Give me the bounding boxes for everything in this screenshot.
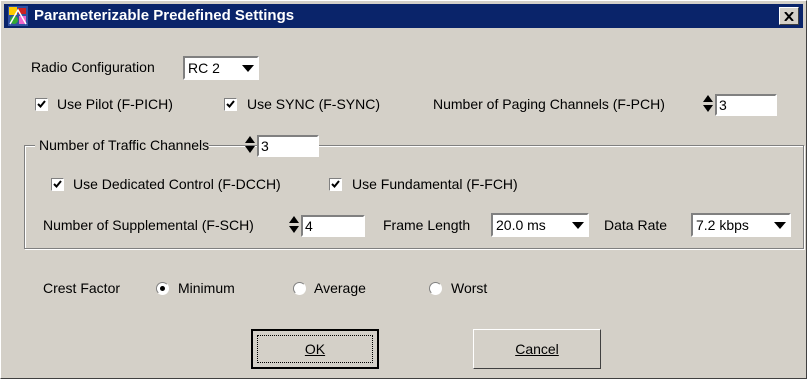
crest-average-radio[interactable] bbox=[293, 282, 306, 295]
crest-factor-label: Crest Factor bbox=[43, 280, 121, 296]
paging-input[interactable]: 3 bbox=[715, 94, 777, 116]
traffic-group bbox=[24, 145, 804, 249]
app-icon bbox=[8, 6, 28, 26]
radio-config-value: RC 2 bbox=[188, 60, 220, 76]
frame-length-dropdown[interactable]: 20.0 ms bbox=[491, 213, 589, 237]
crest-minimum-radio[interactable] bbox=[156, 282, 169, 295]
fch-label[interactable]: Use Fundamental (F-FCH) bbox=[352, 176, 518, 192]
close-icon bbox=[784, 11, 794, 21]
pilot-label[interactable]: Use Pilot (F-PICH) bbox=[57, 96, 173, 112]
data-rate-value: 7.2 kbps bbox=[696, 217, 749, 233]
data-rate-dropdown[interactable]: 7.2 kbps bbox=[691, 213, 791, 237]
spin-down-icon[interactable] bbox=[703, 105, 713, 112]
crest-minimum-label[interactable]: Minimum bbox=[178, 280, 235, 296]
pilot-checkbox[interactable] bbox=[35, 98, 48, 111]
checkmark-icon bbox=[226, 100, 235, 108]
supplemental-input[interactable]: 4 bbox=[301, 215, 365, 237]
fch-checkbox[interactable] bbox=[329, 178, 342, 191]
crest-worst-label[interactable]: Worst bbox=[451, 280, 487, 296]
cancel-button[interactable]: Cancel bbox=[473, 329, 601, 369]
dcch-checkbox[interactable] bbox=[51, 178, 64, 191]
frame-length-value: 20.0 ms bbox=[496, 217, 546, 233]
cancel-label: Cancel bbox=[515, 341, 559, 357]
checkmark-icon bbox=[37, 100, 46, 108]
chevron-down-icon[interactable] bbox=[569, 215, 587, 235]
spin-down-icon[interactable] bbox=[245, 146, 255, 153]
paging-spinner[interactable] bbox=[701, 94, 715, 114]
chevron-down-icon[interactable] bbox=[239, 58, 257, 78]
close-button[interactable] bbox=[779, 7, 799, 25]
traffic-group-header: Number of Traffic Channels bbox=[35, 133, 210, 157]
supplemental-label: Number of Supplemental (F-SCH) bbox=[43, 217, 254, 233]
focus-rect bbox=[257, 335, 373, 363]
crest-worst-radio[interactable] bbox=[429, 282, 442, 295]
radio-config-label: Radio Configuration bbox=[31, 59, 155, 75]
frame-length-label: Frame Length bbox=[383, 217, 471, 233]
chevron-down-icon[interactable] bbox=[771, 215, 789, 235]
dcch-label[interactable]: Use Dedicated Control (F-DCCH) bbox=[73, 176, 281, 192]
spin-down-icon[interactable] bbox=[289, 226, 299, 233]
crest-average-label[interactable]: Average bbox=[314, 280, 366, 296]
paging-label: Number of Paging Channels (F-PCH) bbox=[433, 96, 665, 112]
spin-up-icon[interactable] bbox=[245, 136, 255, 143]
traffic-label: Number of Traffic Channels bbox=[39, 137, 210, 153]
window-title: Parameterizable Predefined Settings bbox=[34, 7, 295, 24]
sync-checkbox[interactable] bbox=[224, 98, 237, 111]
radio-config-dropdown[interactable]: RC 2 bbox=[183, 56, 259, 80]
sync-label[interactable]: Use SYNC (F-SYNC) bbox=[247, 96, 380, 112]
checkmark-icon bbox=[331, 180, 340, 188]
dialog-window: Parameterizable Predefined Settings Radi… bbox=[0, 0, 807, 379]
data-rate-label: Data Rate bbox=[604, 217, 668, 233]
checkmark-icon bbox=[53, 180, 62, 188]
traffic-input[interactable]: 3 bbox=[257, 135, 319, 157]
title-bar[interactable]: Parameterizable Predefined Settings bbox=[4, 4, 803, 28]
spin-up-icon[interactable] bbox=[289, 216, 299, 223]
spin-up-icon[interactable] bbox=[703, 95, 713, 102]
supplemental-spinner[interactable] bbox=[287, 215, 301, 235]
traffic-spinner[interactable] bbox=[243, 135, 257, 155]
ok-button[interactable]: OK bbox=[251, 329, 379, 369]
